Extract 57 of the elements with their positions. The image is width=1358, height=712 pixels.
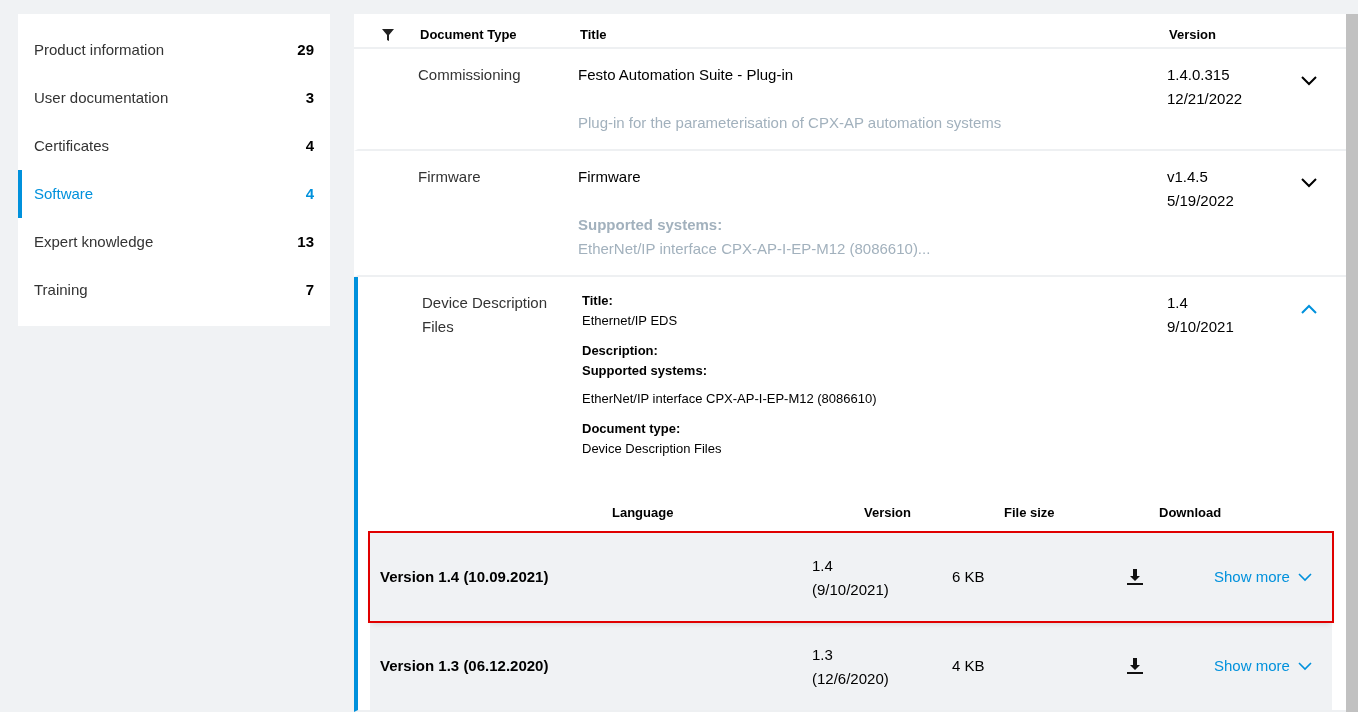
expand-toggle[interactable] [1300,303,1318,315]
version-date: 9/10/2021 [1167,317,1235,337]
column-header: Document Type [420,25,518,44]
detail-label: Supported systems: [582,362,708,380]
document-type: Firmware [418,167,482,187]
filter-icon[interactable] [382,28,394,41]
version-number: v1.4.5 [1167,167,1209,187]
file-date: (9/10/2021) [812,580,890,600]
detail-label: Title: [582,292,614,310]
expand-toggle[interactable] [1300,177,1318,189]
version-date: 5/19/2022 [1167,191,1235,211]
scrollbar[interactable] [1346,14,1358,712]
document-description: EtherNet/IP interface CPX-AP-I-EP-M12 (8086610)... [578,239,932,259]
column-header: Download [1159,504,1223,523]
column-header: File size [1004,504,1056,523]
document-type: Commissioning [418,65,522,85]
count-label: 4 [305,183,314,204]
file-size: 4 KB [952,655,986,676]
file-name: Version 1.3 (06.12.2020) [379,655,550,676]
count-label: 29 [297,39,314,60]
document-description: Plug-in for the parameterisation of CPX-AP automation systems [578,113,1003,133]
column-header: Version [1169,25,1217,44]
note-label: Supported systems: [578,215,724,235]
file-version: 1.4 [812,556,834,576]
column-header: Version [864,504,912,523]
file-name: Version 1.4 (10.09.2021) [379,566,550,587]
chevron-down-icon [1297,661,1312,671]
file-version: 1.3 [812,645,834,665]
count-label: 13 [297,231,314,252]
version-number: 1.4 [1167,293,1189,313]
sidebar-item[interactable]: Certificates 4 [18,122,330,170]
document-title: Firmware [578,167,642,187]
sidebar-item[interactable]: Training 7 [18,266,330,314]
detail-label: Description: [582,342,659,360]
file-size: 6 KB [952,566,986,587]
detail-label: Document type: [582,420,682,438]
download-icon[interactable] [1126,657,1144,675]
document-type: Device Description Files [422,293,549,337]
count-label: 4 [305,135,314,156]
sidebar-item[interactable]: User documentation 3 [18,74,330,122]
chevron-down-icon [1297,572,1312,582]
detail-value: EtherNet/IP interface CPX-AP-I-EP-M12 (8086610) [582,390,878,408]
file-date: (12/6/2020) [812,669,890,689]
document-title: Festo Automation Suite - Plug-in [578,65,795,85]
detail-value: Device Description Files [582,440,723,458]
expand-toggle[interactable] [1300,75,1318,87]
column-header: Title [580,25,608,44]
sidebar-item[interactable]: Expert knowledge 13 [18,218,330,266]
download-icon[interactable] [1126,568,1144,586]
version-number: 1.4.0.315 [1167,65,1231,85]
count-label: 3 [305,87,314,108]
column-header: Language [612,504,675,523]
detail-value: Ethernet/IP EDS [582,312,679,330]
sidebar-item[interactable]: Software 4 [18,170,330,218]
version-date: 12/21/2022 [1167,89,1244,109]
count-label: 7 [305,279,314,300]
sidebar-item[interactable]: Product information 29 [18,26,330,74]
